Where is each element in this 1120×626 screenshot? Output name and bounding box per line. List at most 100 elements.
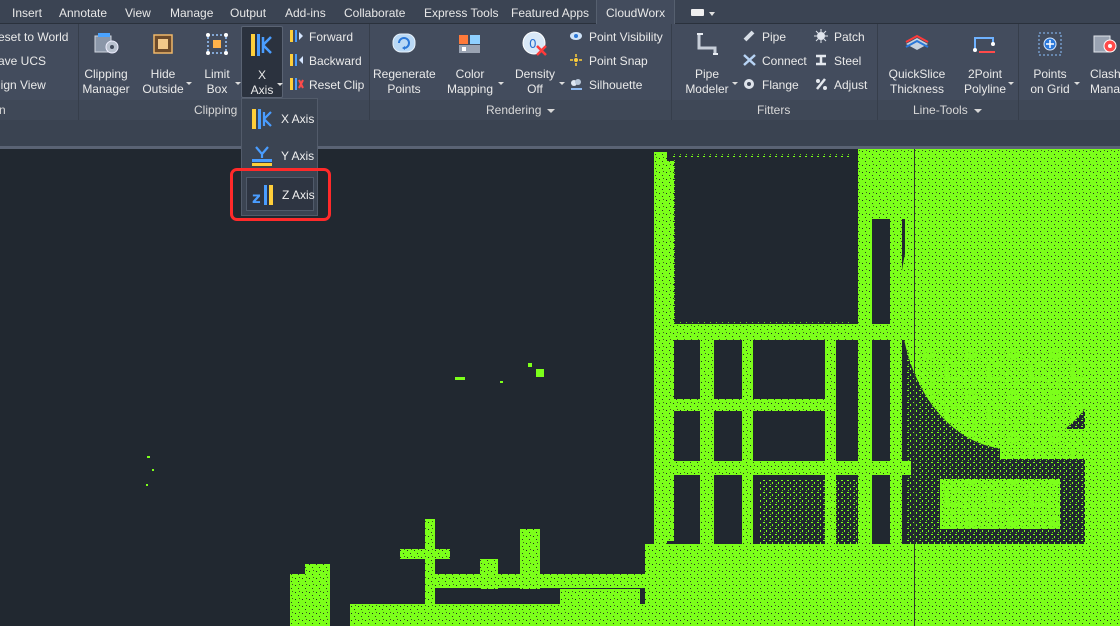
menu-item-x-axis[interactable]: X Axis bbox=[246, 102, 314, 136]
chevron-down-icon[interactable] bbox=[559, 82, 565, 85]
pipe-icon bbox=[743, 30, 755, 42]
tab-annotate[interactable]: Annotate bbox=[59, 0, 107, 24]
workspace-flag-icon[interactable] bbox=[691, 9, 704, 16]
tab-add-ins[interactable]: Add-ins bbox=[285, 0, 326, 24]
backward-label: Backward bbox=[309, 54, 362, 68]
reset-clip-label: Reset Clip bbox=[309, 78, 365, 92]
point-cloud-specks bbox=[146, 363, 544, 486]
tab-view[interactable]: View bbox=[125, 0, 151, 24]
tab-cloudworx[interactable]: CloudWorx bbox=[596, 0, 676, 24]
adjust-label: Adjust bbox=[834, 78, 868, 92]
reset-clip-button[interactable]: Reset Clip bbox=[289, 75, 364, 95]
connect-icon bbox=[743, 54, 756, 66]
adjust-button[interactable]: Adjust bbox=[814, 75, 867, 95]
tab-collaborate[interactable]: Collaborate bbox=[344, 0, 405, 24]
clipping-manager-icon bbox=[94, 33, 119, 54]
flange-label: Flange bbox=[762, 78, 799, 92]
backward-button[interactable]: Backward bbox=[289, 51, 362, 71]
line-tools-panel-title[interactable]: Line-Tools bbox=[913, 103, 982, 117]
clipping-manager-button[interactable]: Clipping Manager bbox=[82, 26, 130, 98]
pipe-button[interactable]: Pipe bbox=[742, 27, 786, 47]
chevron-down-icon[interactable] bbox=[732, 82, 738, 85]
steel-button[interactable]: Steel bbox=[814, 51, 861, 71]
color-mapping-icon bbox=[459, 35, 480, 53]
clash-manager-button[interactable]: Clash Manag bbox=[1082, 26, 1120, 98]
chevron-down-icon bbox=[547, 108, 556, 113]
reset-to-world-button[interactable]: eset to World bbox=[0, 27, 68, 47]
steel-icon bbox=[816, 54, 826, 66]
2point-polyline-button[interactable]: 2Point Polyline bbox=[961, 26, 1014, 98]
forward-label: Forward bbox=[309, 30, 354, 44]
tab-manage[interactable]: Manage bbox=[170, 0, 213, 24]
highlight-annotation-box bbox=[230, 168, 331, 221]
connect-label: Connect bbox=[762, 54, 807, 68]
flange-button[interactable]: Flange bbox=[742, 75, 799, 95]
density-off-button[interactable]: 0 Density Off bbox=[511, 26, 565, 98]
fitters-panel-title: Fitters bbox=[757, 103, 791, 117]
point-snap-icon bbox=[570, 54, 582, 66]
rendering-title-text: Rendering bbox=[486, 103, 542, 117]
regenerate-points-label: Regenerate Points bbox=[373, 67, 436, 96]
pipe-modeler-button[interactable]: Pipe Modeler bbox=[679, 26, 738, 98]
x-axis-icon bbox=[251, 34, 272, 56]
chevron-down-icon[interactable] bbox=[498, 82, 504, 85]
chevron-down-icon[interactable] bbox=[709, 12, 715, 16]
quickslice-thickness-icon bbox=[905, 34, 929, 50]
point-snap-button[interactable]: Point Snap bbox=[569, 51, 648, 71]
chevron-down-icon[interactable] bbox=[277, 83, 283, 86]
point-snap-label: Point Snap bbox=[589, 54, 648, 68]
chevron-down-icon[interactable] bbox=[1008, 82, 1014, 85]
density-off-icon: 0 bbox=[522, 31, 547, 56]
quickslice-thickness-button[interactable]: QuickSlice Thickness bbox=[886, 26, 948, 98]
clash-manager-icon bbox=[1093, 35, 1117, 53]
panel-separator bbox=[369, 24, 370, 120]
chevron-down-icon[interactable] bbox=[186, 82, 192, 85]
pipe-modeler-label: Pipe Modeler bbox=[685, 67, 729, 96]
panel-separator bbox=[1018, 24, 1019, 120]
chevron-down-icon[interactable] bbox=[1074, 82, 1080, 85]
panel-separator bbox=[78, 24, 79, 120]
forward-button[interactable]: Forward bbox=[289, 27, 353, 47]
silhouette-button[interactable]: Silhouette bbox=[569, 75, 642, 95]
pipe-label: Pipe bbox=[762, 30, 787, 44]
ucs-panel-title: n bbox=[0, 103, 6, 117]
forward-icon bbox=[290, 30, 303, 42]
save-ucs-button[interactable]: ave UCS bbox=[0, 51, 46, 71]
chevron-down-icon bbox=[973, 108, 982, 113]
limit-box-icon bbox=[206, 33, 228, 55]
hide-outside-icon bbox=[153, 34, 173, 54]
ribbon: eset to World ave UCS lign View n Clippi… bbox=[0, 24, 1120, 120]
steel-label: Steel bbox=[834, 54, 862, 68]
silhouette-icon bbox=[571, 79, 582, 90]
point-visibility-label: Point Visibility bbox=[589, 30, 663, 44]
points-on-grid-button[interactable]: Points on Grid bbox=[1027, 26, 1080, 98]
clipping-panel-title: Clipping bbox=[194, 103, 238, 117]
adjust-icon bbox=[816, 78, 827, 90]
hide-outside-label: Hide Outside bbox=[142, 67, 184, 96]
rendering-panel-title[interactable]: Rendering bbox=[486, 103, 556, 117]
align-view-button[interactable]: lign View bbox=[0, 75, 46, 95]
points-on-grid-icon bbox=[1038, 32, 1062, 56]
regenerate-points-icon bbox=[392, 33, 416, 53]
tab-output[interactable]: Output bbox=[230, 0, 266, 24]
connect-button[interactable]: Connect bbox=[742, 51, 807, 71]
line-tools-title-text: Line-Tools bbox=[913, 103, 968, 117]
x-axis-icon bbox=[252, 109, 272, 129]
tab-insert[interactable]: Insert bbox=[12, 0, 42, 24]
hide-outside-button[interactable]: Hide Outside bbox=[140, 26, 192, 98]
tab-express-tools[interactable]: Express Tools bbox=[424, 0, 498, 24]
tab-featured-apps[interactable]: Featured Apps bbox=[511, 0, 589, 24]
patch-button[interactable]: Patch bbox=[814, 27, 865, 47]
patch-label: Patch bbox=[834, 30, 865, 44]
regenerate-points-button[interactable]: Regenerate Points bbox=[373, 26, 436, 98]
x-axis-label: X Axis bbox=[281, 112, 315, 126]
drawing-viewport[interactable] bbox=[0, 149, 1120, 626]
point-visibility-button[interactable]: Point Visibility bbox=[569, 27, 663, 47]
ribbon-tab-bar: Insert Annotate View Manage Output Add-i… bbox=[0, 0, 1120, 24]
pipe-modeler-icon bbox=[697, 33, 718, 55]
density-off-label: Density Off bbox=[514, 67, 555, 96]
panel-separator bbox=[671, 24, 672, 120]
x-axis-button[interactable]: X Axis bbox=[241, 26, 283, 98]
color-mapping-button[interactable]: Color Mapping bbox=[442, 26, 504, 98]
limit-box-button[interactable]: Limit Box bbox=[196, 26, 241, 98]
